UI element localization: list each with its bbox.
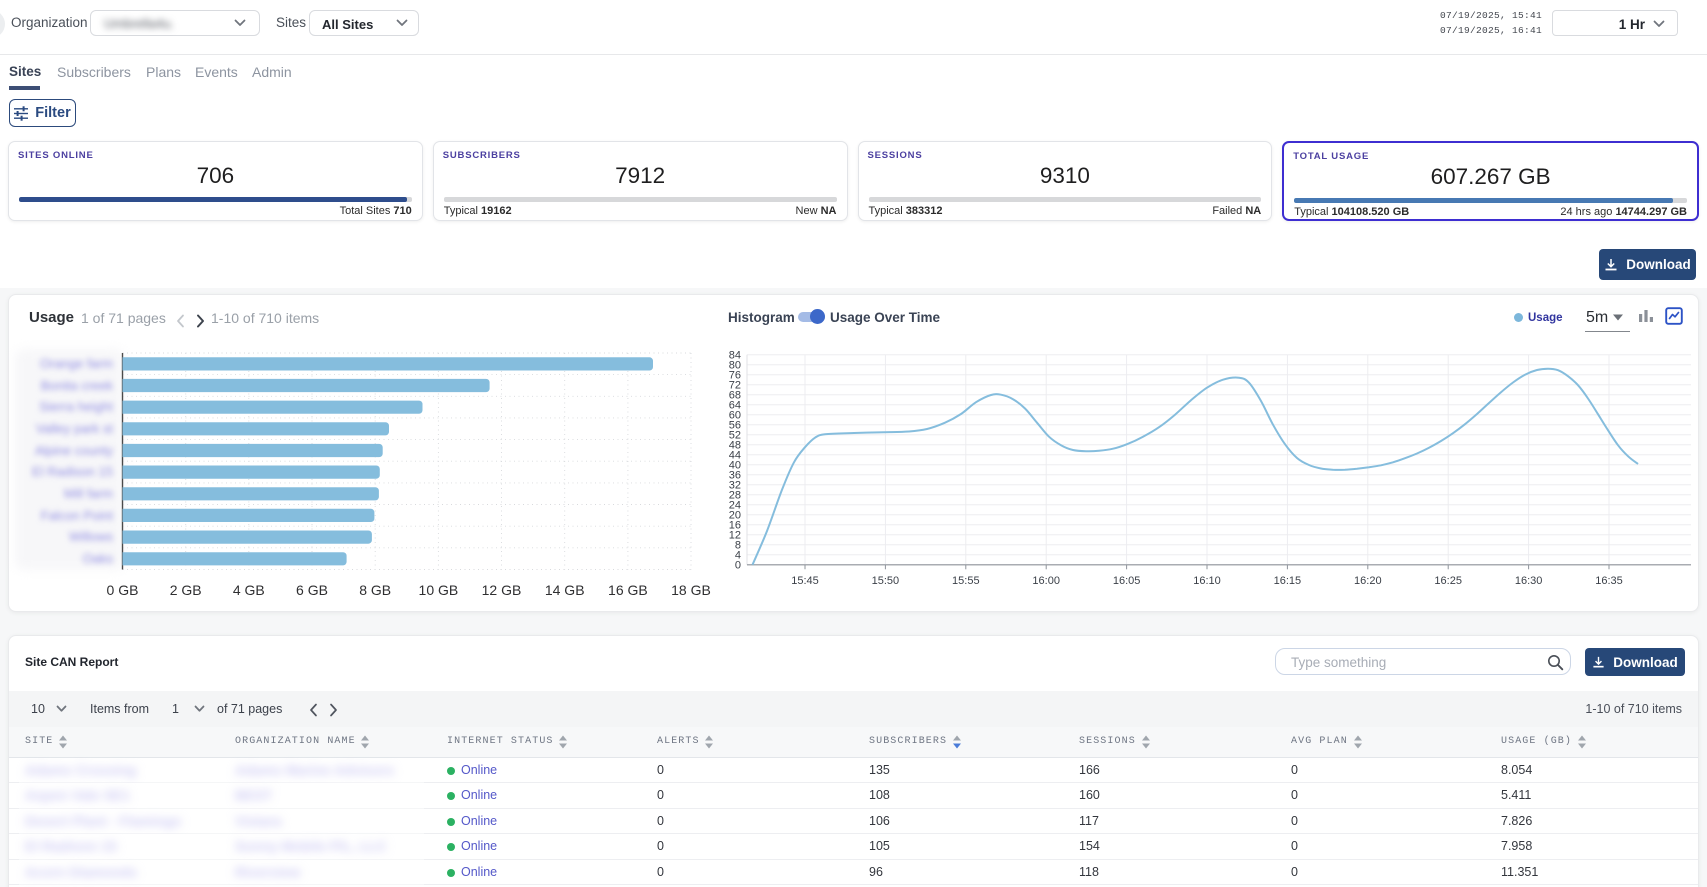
svg-text:16:35: 16:35 xyxy=(1595,575,1623,587)
svg-text:16:25: 16:25 xyxy=(1434,575,1462,587)
svg-text:12 GB: 12 GB xyxy=(482,582,522,598)
svg-text:16 GB: 16 GB xyxy=(608,582,648,598)
svg-text:15:50: 15:50 xyxy=(872,575,900,587)
svg-text:14 GB: 14 GB xyxy=(545,582,585,598)
svg-text:8 GB: 8 GB xyxy=(359,582,391,598)
svg-text:15:55: 15:55 xyxy=(952,575,980,587)
svg-text:16:05: 16:05 xyxy=(1113,575,1141,587)
svg-text:4 GB: 4 GB xyxy=(233,582,265,598)
svg-text:0 GB: 0 GB xyxy=(107,582,139,598)
svg-text:16:20: 16:20 xyxy=(1354,575,1382,587)
svg-text:10 GB: 10 GB xyxy=(419,582,459,598)
svg-text:16:15: 16:15 xyxy=(1274,575,1302,587)
svg-text:16:10: 16:10 xyxy=(1193,575,1221,587)
svg-text:16:00: 16:00 xyxy=(1032,575,1060,587)
svg-text:2 GB: 2 GB xyxy=(170,582,202,598)
svg-text:15:45: 15:45 xyxy=(791,575,819,587)
svg-text:18 GB: 18 GB xyxy=(671,582,711,598)
svg-text:84: 84 xyxy=(729,349,741,361)
svg-text:6 GB: 6 GB xyxy=(296,582,328,598)
svg-text:16:30: 16:30 xyxy=(1515,575,1543,587)
